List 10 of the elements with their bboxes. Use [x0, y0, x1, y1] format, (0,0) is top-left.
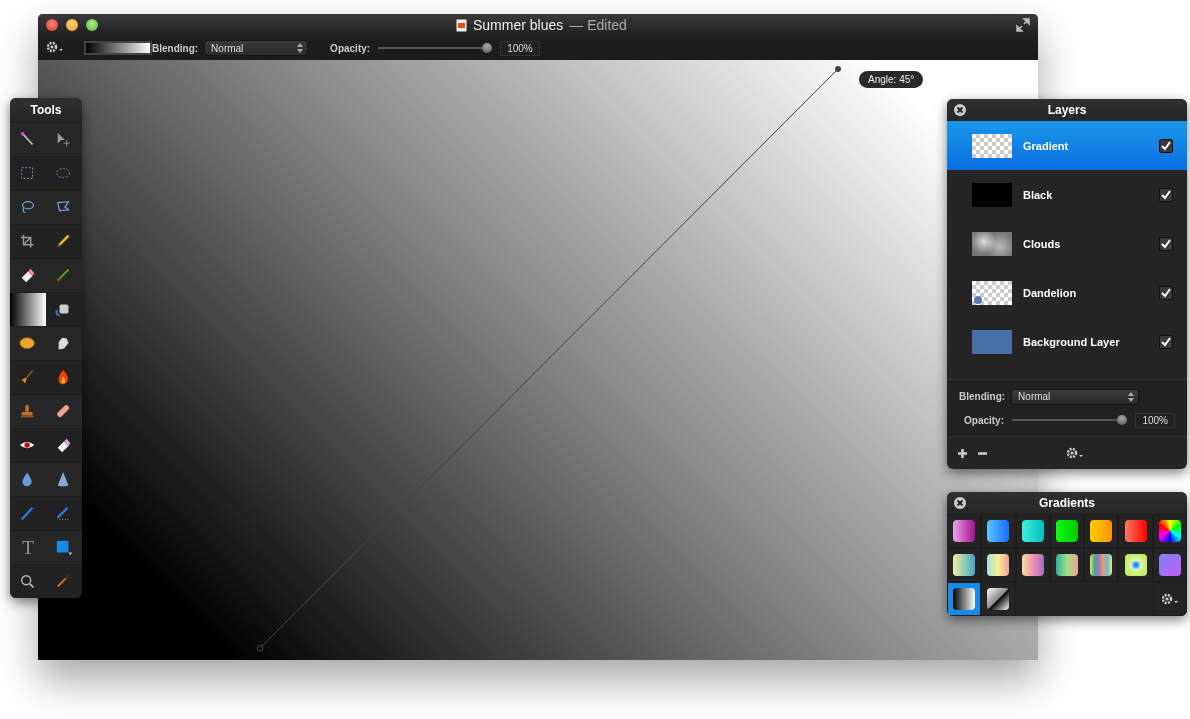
- edited-status: — Edited: [569, 17, 627, 33]
- opacity-label: Opacity:: [330, 42, 371, 54]
- angle-tooltip: Angle: 45°: [859, 71, 924, 88]
- blending-label: Blending:: [152, 42, 199, 54]
- gradients-panel-title: Gradients: [1039, 496, 1095, 510]
- tools-panel-title: Tools: [10, 98, 82, 122]
- layers-panel-title: Layers: [1047, 103, 1087, 117]
- opacity-label: Opacity:: [964, 414, 1004, 426]
- window-title: Summer blues: [473, 17, 564, 33]
- blending-label: Blending:: [959, 391, 1006, 402]
